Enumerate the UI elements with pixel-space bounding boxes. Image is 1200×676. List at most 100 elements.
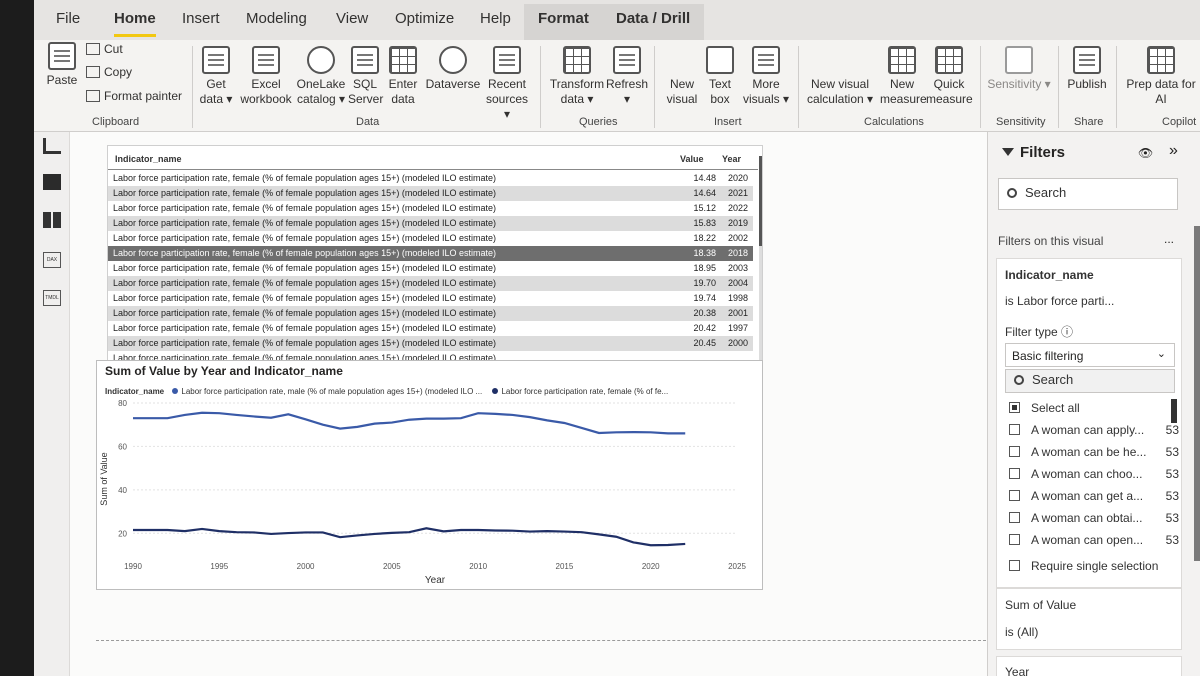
option-label: A woman can get a... (1031, 489, 1144, 503)
group-label-data: Data (356, 116, 380, 128)
tab-modeling[interactable]: Modeling (246, 10, 307, 27)
filter-field-name: Year (1005, 665, 1030, 676)
table-header: Indicator_name Value Year (108, 146, 758, 170)
paste-button[interactable]: Paste (44, 42, 80, 88)
checkbox[interactable] (1009, 424, 1020, 435)
enter-data-button[interactable]: Enter data (386, 46, 420, 107)
sensitivity-button[interactable]: Sensitivity ▾ (986, 46, 1052, 92)
filter-card-indicator[interactable]: Indicator_name is Labor force parti... F… (996, 258, 1182, 588)
search-placeholder: Search (1025, 185, 1067, 200)
legend-item-male[interactable]: Labor force participation rate, male (% … (172, 387, 482, 396)
filter-type-dropdown[interactable]: Basic filtering ⌄ (1005, 343, 1175, 367)
separator (980, 46, 981, 128)
filter-card-year[interactable]: Year (996, 656, 1182, 676)
tab-insert[interactable]: Insert (182, 10, 220, 27)
option-count: 53 (1165, 467, 1179, 481)
table-row[interactable]: Labor force participation rate, female (… (108, 201, 753, 216)
checkbox[interactable] (1009, 402, 1020, 413)
recent-sources-button[interactable]: Recent sources ▾ (484, 46, 530, 122)
table-row[interactable]: Labor force participation rate, female (… (108, 186, 753, 201)
tmdl-view-icon[interactable]: TMDL (43, 290, 61, 306)
column-header-indicator[interactable]: Indicator_name (115, 154, 182, 164)
report-view-icon[interactable] (43, 138, 61, 154)
sql-server-button[interactable]: SQL Server (348, 46, 383, 107)
prep-data-for-ai-button[interactable]: Prep data for AI (1122, 46, 1200, 107)
tab-home[interactable]: Home (114, 10, 156, 37)
text-box-button[interactable]: Text box (702, 46, 738, 107)
checkbox[interactable] (1009, 446, 1020, 457)
table-row[interactable]: Labor force participation rate, female (… (108, 291, 753, 306)
eye-icon[interactable]: 👁 (1138, 146, 1153, 160)
dataverse-icon (439, 46, 467, 74)
refresh-button[interactable]: Refresh ▾ (606, 46, 648, 107)
table-visual[interactable]: Indicator_name Value Year Labor force pa… (107, 145, 763, 369)
onelake-catalog-button[interactable]: OneLake catalog ▾ (296, 46, 346, 107)
collapse-pane-icon[interactable]: » (1169, 142, 1178, 160)
sql-icon (351, 46, 379, 74)
tab-format[interactable]: Format (538, 10, 589, 27)
tab-data-drill[interactable]: Data / Drill (616, 10, 690, 27)
filter-option[interactable]: A woman can get a... 53 (1009, 489, 1179, 503)
table-view-icon[interactable] (43, 174, 61, 190)
filter-search-input[interactable]: Search (1005, 369, 1175, 393)
checkbox[interactable] (1009, 534, 1020, 545)
new-visual-calculation-button[interactable]: New visual calculation ▾ (804, 46, 876, 300)
y-axis-title: Sum of Value (99, 452, 109, 505)
more-options-icon[interactable]: ... (1164, 232, 1174, 246)
table-row[interactable]: Labor force participation rate, female (… (108, 321, 753, 336)
column-header-year[interactable]: Year (722, 154, 741, 164)
quick-measure-button[interactable]: Quick measure (926, 46, 973, 107)
table-row[interactable]: Labor force participation rate, female (… (108, 336, 753, 351)
line-chart-visual[interactable]: Sum of Value by Year and Indicator_name … (96, 360, 763, 590)
table-scrollbar[interactable] (759, 156, 762, 366)
model-view-icon[interactable] (43, 212, 61, 228)
tab-file[interactable]: File (56, 10, 80, 27)
filter-card-sum-of-value[interactable]: Sum of Value is (All) (996, 588, 1182, 650)
cell-indicator: Labor force participation rate, female (… (113, 218, 496, 228)
table-row[interactable]: Labor force participation rate, female (… (108, 246, 753, 261)
transform-data-button[interactable]: Transform data ▾ (546, 46, 608, 107)
table-row[interactable]: Labor force participation rate, female (… (108, 276, 753, 291)
cut-button[interactable]: Cut (86, 42, 123, 56)
table-row[interactable]: Labor force participation rate, female (… (108, 231, 753, 246)
legend-dot (492, 388, 499, 394)
checkbox[interactable] (1009, 512, 1020, 523)
new-visual-button[interactable]: New visual (662, 46, 703, 300)
tab-help[interactable]: Help (480, 10, 511, 27)
dax-query-view-icon[interactable]: DAX (43, 252, 61, 268)
select-all-option[interactable]: Select all (1009, 401, 1179, 415)
checkbox[interactable] (1009, 468, 1020, 479)
new-measure-button[interactable]: New measure (880, 46, 927, 107)
options-scrollbar[interactable] (1171, 399, 1177, 423)
powerbi-window: File Home Insert Modeling View Optimize … (34, 0, 1200, 676)
filter-option[interactable]: A woman can obtai... 53 (1009, 511, 1179, 525)
checkbox[interactable] (1009, 490, 1020, 501)
x-tick-label: 2005 (383, 562, 401, 571)
recent-icon (493, 46, 521, 74)
more-visuals-button[interactable]: More visuals ▾ (742, 46, 790, 107)
legend-item-female[interactable]: Labor force participation rate, female (… (492, 387, 668, 396)
checkbox[interactable] (1009, 560, 1020, 571)
scrollbar-thumb[interactable] (759, 156, 762, 246)
dataverse-button[interactable]: Dataverse (424, 46, 482, 92)
tab-view[interactable]: View (336, 10, 368, 27)
filter-option[interactable]: A woman can apply... 53 (1009, 423, 1179, 437)
tab-optimize[interactable]: Optimize (395, 10, 454, 27)
publish-button[interactable]: Publish (1064, 46, 1110, 92)
table-row[interactable]: Labor force participation rate, female (… (108, 171, 753, 186)
column-header-value[interactable]: Value (680, 154, 704, 164)
filter-option[interactable]: A woman can open... 53 (1009, 533, 1179, 547)
filters-scrollbar[interactable] (1194, 226, 1200, 561)
table-row[interactable]: Labor force participation rate, female (… (108, 261, 753, 276)
require-single-selection[interactable]: Require single selection (1009, 559, 1179, 573)
filter-option[interactable]: A woman can choo... 53 (1009, 467, 1179, 481)
excel-workbook-button[interactable]: Excel workbook (240, 46, 292, 107)
filter-option[interactable]: A woman can be he... 53 (1009, 445, 1179, 459)
table-row[interactable]: Labor force participation rate, female (… (108, 216, 753, 231)
get-data-button[interactable]: Get data ▾ (198, 46, 234, 107)
format-painter-button[interactable]: Format painter (86, 89, 182, 103)
filters-search-input[interactable]: Search (998, 178, 1178, 210)
table-row[interactable]: Labor force participation rate, female (… (108, 306, 753, 321)
copy-button[interactable]: Copy (86, 65, 132, 79)
search-icon (1007, 188, 1017, 198)
